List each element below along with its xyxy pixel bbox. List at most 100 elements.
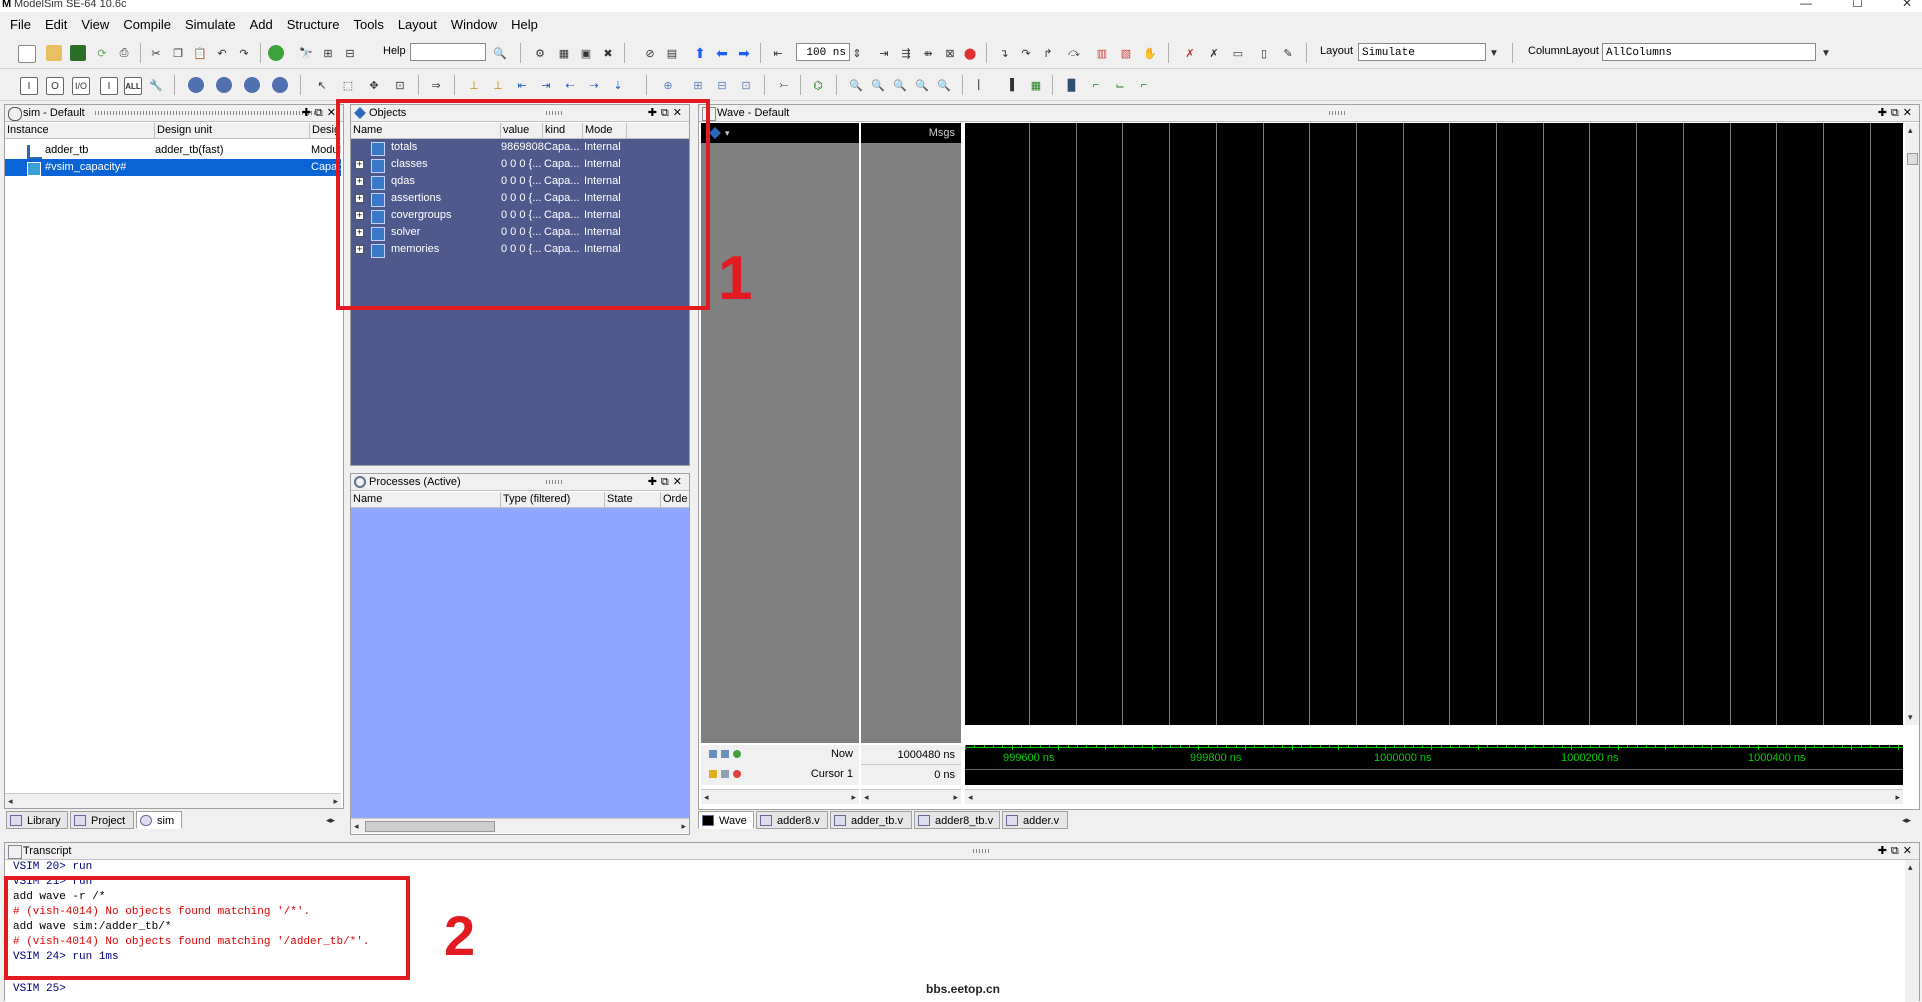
col-instance[interactable]: Instance — [5, 123, 155, 138]
run-length-spinner-icon[interactable]: ⇕ — [852, 45, 862, 61]
cursor-add-icon[interactable]: ⊥ — [466, 77, 482, 93]
run-icon[interactable]: ⇥ — [876, 45, 892, 61]
menu-structure[interactable]: Structure — [280, 14, 347, 36]
sim-row[interactable]: adder_tb adder_tb(fast) Modul — [5, 142, 341, 160]
pane-window-buttons[interactable]: ✚⧉✕ — [1878, 843, 1916, 859]
wave-edge-icon[interactable]: ⌐ — [1136, 77, 1152, 93]
new-file-icon[interactable] — [18, 45, 36, 63]
close-button[interactable]: ✕ — [1902, 0, 1912, 9]
names-hscrollbar[interactable]: ◂ ▸ — [701, 789, 859, 804]
col-name[interactable]: Name — [351, 492, 501, 507]
cursor-options-icon[interactable] — [721, 750, 729, 758]
clear-bookmarks-icon[interactable]: ✗ — [1206, 45, 1222, 61]
split-icon[interactable]: ⤚ — [776, 77, 792, 93]
wrench-icon[interactable]: 🔧 — [148, 77, 164, 93]
tab-adder8-v[interactable]: adder8.v — [756, 811, 828, 829]
filter-all-button[interactable]: ALL — [124, 77, 142, 95]
menu-compile[interactable]: Compile — [116, 14, 178, 36]
lock-icon[interactable] — [709, 770, 717, 778]
find-prev-transition-icon[interactable]: ⇤ — [514, 77, 530, 93]
cut-icon[interactable]: ✂ — [148, 45, 164, 61]
break-run-icon[interactable]: ⊠ — [942, 45, 958, 61]
processes-hscrollbar[interactable]: ◂ ▸ — [351, 818, 689, 833]
menu-help[interactable]: Help — [504, 14, 545, 36]
wave-group-icon[interactable]: ⊞ — [690, 77, 706, 93]
column-layout-dropdown-icon[interactable]: ▼ — [1818, 45, 1834, 61]
menu-file[interactable]: File — [0, 14, 38, 36]
collapse-icon[interactable]: ⊞ — [320, 45, 336, 61]
document-delete-icon[interactable]: ✎ — [1280, 45, 1296, 61]
wave-fall-icon[interactable]: ⌙ — [1112, 77, 1128, 93]
col-type[interactable]: Type (filtered) — [501, 492, 605, 507]
zoom-range-icon[interactable]: 🔍 — [936, 77, 952, 93]
layout-dropdown-icon[interactable]: ▼ — [1486, 45, 1502, 61]
add-cursor-icon[interactable] — [709, 750, 717, 758]
tab-adder-tb-v[interactable]: adder_tb.v — [830, 811, 912, 829]
cog-icon[interactable] — [188, 77, 204, 93]
zoom-full-icon[interactable]: 🔍 — [892, 77, 908, 93]
column-layout-select[interactable]: AllColumns — [1602, 43, 1816, 61]
wave-divider-icon[interactable]: ⊡ — [738, 77, 754, 93]
insert-cursor-icon[interactable] — [733, 750, 741, 758]
menu-add[interactable]: Add — [243, 14, 280, 36]
filter-input-button[interactable]: I — [20, 77, 38, 95]
filter-output-button[interactable]: O — [46, 77, 64, 95]
copy-icon[interactable]: ❐ — [170, 45, 186, 61]
transcript-vscrollbar[interactable]: ▴ — [1905, 860, 1919, 1002]
menu-view[interactable]: View — [74, 14, 116, 36]
layout-select[interactable]: Simulate — [1358, 43, 1486, 61]
pan-mode-icon[interactable]: ✥ — [366, 77, 382, 93]
zoom-out-icon[interactable]: 🔍 — [870, 77, 886, 93]
col-order[interactable]: Orde — [661, 492, 689, 507]
filter-internal-button[interactable]: I — [100, 77, 118, 95]
compile-all-icon[interactable]: ▦ — [556, 45, 572, 61]
tab-wave[interactable]: Wave — [698, 811, 754, 829]
go-icon[interactable] — [268, 45, 284, 61]
tab-project[interactable]: Project — [70, 811, 134, 829]
wave-hscrollbar[interactable]: ◂ ▸ — [965, 789, 1903, 804]
stack-icon[interactable]: ▤ — [664, 45, 680, 61]
wave-signal-icon[interactable] — [709, 127, 721, 139]
step-into-icon[interactable]: ↴ — [996, 45, 1012, 61]
restart-icon[interactable]: ⇤ — [770, 45, 786, 61]
col-state[interactable]: State — [605, 492, 661, 507]
wave-display[interactable] — [965, 123, 1903, 725]
pane-window-buttons[interactable]: ✚⧉✕ — [1878, 105, 1916, 121]
redo-icon[interactable]: ↷ — [236, 45, 252, 61]
open-folder-icon[interactable] — [46, 45, 62, 61]
transcript-prompt[interactable]: VSIM 25> — [13, 982, 66, 997]
step-over-icon[interactable]: ↷ — [1018, 45, 1034, 61]
wave-ungroup-icon[interactable]: ⊟ — [714, 77, 730, 93]
minimize-button[interactable]: — — [1800, 0, 1812, 9]
right-arrow-icon[interactable]: ➡ — [736, 45, 752, 61]
zoom-mode-icon[interactable]: ⬚ — [340, 77, 356, 93]
run-all-icon[interactable]: ⇻ — [920, 45, 936, 61]
menu-layout[interactable]: Layout — [391, 14, 444, 36]
delete-cursor-icon[interactable] — [733, 770, 741, 778]
filter-inout-button[interactable]: I/O — [72, 77, 90, 95]
up-arrow-icon[interactable]: ⬆ — [692, 45, 708, 61]
wave-add-icon[interactable]: ⊕ — [660, 77, 676, 93]
left-arrow-icon[interactable]: ⬅ — [714, 45, 730, 61]
help-search-input[interactable] — [410, 43, 486, 61]
profile-icon[interactable]: ▧ — [1118, 45, 1134, 61]
menu-edit[interactable]: Edit — [38, 14, 74, 36]
hand-icon[interactable]: ✋ — [1142, 45, 1158, 61]
wave-cursor-icon[interactable]: ⎸ — [976, 77, 992, 93]
print-icon[interactable]: ⎙ — [116, 45, 132, 61]
edit-mode-icon[interactable]: ⊡ — [392, 77, 408, 93]
compile-icon[interactable]: ⚙ — [532, 45, 548, 61]
step-menu-icon[interactable]: ⤼ — [1066, 45, 1082, 61]
continue-run-icon[interactable]: ⇶ — [898, 45, 914, 61]
wave-vscrollbar[interactable]: ▴ ▾ — [1905, 123, 1919, 725]
wave-lock-icon[interactable]: ▐ — [1002, 77, 1018, 93]
values-hscrollbar[interactable]: ◂ ▸ — [861, 789, 961, 804]
dataflow-icon[interactable]: ⇒ — [428, 77, 444, 93]
tab-adder8-tb-v[interactable]: adder8_tb.v — [914, 811, 1000, 829]
find-icon[interactable]: 🔭 — [298, 45, 314, 61]
pane-window-buttons[interactable]: ✚⧉✕ — [302, 105, 340, 121]
break-icon[interactable]: ✖ — [600, 45, 616, 61]
undo-icon[interactable]: ↶ — [214, 45, 230, 61]
wave-rise-icon[interactable]: ⌐ — [1088, 77, 1104, 93]
reload-icon[interactable]: ⟳ — [94, 45, 110, 61]
